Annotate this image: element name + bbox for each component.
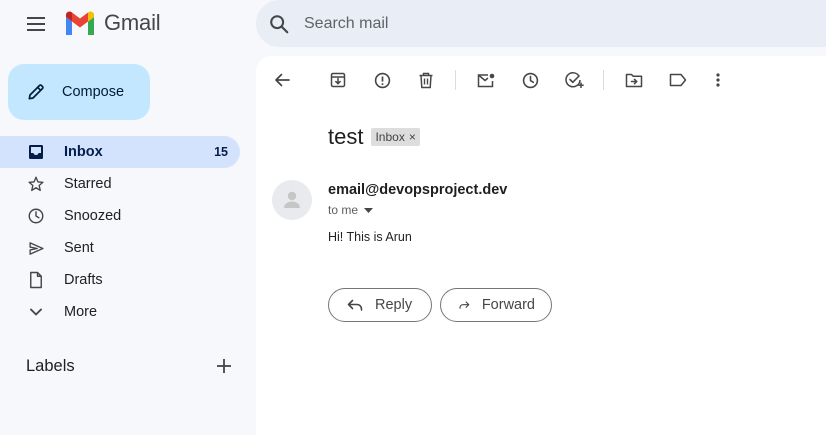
sidebar-item-inbox[interactable]: Inbox 15	[0, 136, 240, 168]
mark-unread-button[interactable]	[474, 68, 498, 92]
remove-label-icon[interactable]: ×	[409, 130, 416, 144]
mark-unread-icon	[477, 73, 495, 87]
gmail-m-icon	[66, 11, 94, 35]
back-button[interactable]	[270, 68, 294, 92]
pencil-icon	[28, 84, 44, 100]
star-icon	[27, 175, 45, 193]
message-view: test Inbox × email@devopsproject.dev to …	[256, 56, 826, 435]
search-bar[interactable]	[256, 0, 826, 47]
inbox-icon	[27, 143, 45, 161]
clock-icon	[27, 207, 45, 225]
unread-count: 15	[214, 145, 228, 159]
sidebar-item-more[interactable]: More	[0, 296, 240, 328]
toolbar-divider	[455, 70, 456, 90]
sidebar-item-label: More	[64, 304, 98, 320]
sidebar-item-label: Sent	[64, 240, 94, 256]
main-menu-button[interactable]	[14, 12, 58, 36]
more-options-button[interactable]	[706, 68, 730, 92]
chevron-down-icon	[27, 303, 45, 321]
compose-label: Compose	[62, 84, 125, 100]
forward-label: Forward	[481, 297, 535, 313]
more-vert-icon	[716, 73, 720, 87]
person-icon	[284, 191, 300, 208]
message-toolbar	[270, 68, 730, 92]
labels-section: Labels	[26, 352, 240, 380]
reply-icon	[347, 299, 363, 311]
create-label-button[interactable]	[212, 354, 236, 378]
sender-email[interactable]: email@devopsproject.dev	[328, 182, 507, 198]
message-subject: test	[328, 124, 364, 149]
move-to-button[interactable]	[622, 68, 646, 92]
snooze-icon	[522, 72, 538, 88]
toolbar-divider	[603, 70, 604, 90]
label-button[interactable]	[666, 68, 690, 92]
delete-button[interactable]	[414, 68, 438, 92]
draft-icon	[27, 271, 45, 289]
hamburger-icon	[27, 17, 45, 31]
move-to-icon	[625, 73, 643, 87]
recipient-details[interactable]: to me	[328, 203, 374, 217]
sidebar-item-snoozed[interactable]: Snoozed	[0, 200, 240, 232]
compose-button[interactable]: Compose	[8, 64, 150, 120]
add-to-tasks-button[interactable]	[562, 68, 586, 92]
delete-icon	[419, 72, 433, 88]
plus-icon	[217, 359, 231, 373]
sidebar-item-label: Starred	[64, 176, 112, 192]
reply-button[interactable]: Reply	[328, 288, 432, 322]
search-icon[interactable]	[268, 13, 290, 35]
sender-avatar[interactable]	[272, 180, 312, 220]
sidebar-item-starred[interactable]: Starred	[0, 168, 240, 200]
reply-label: Reply	[375, 297, 413, 313]
labels-heading: Labels	[26, 356, 75, 375]
chip-label: Inbox	[375, 130, 405, 144]
forward-button[interactable]: Forward	[440, 288, 552, 322]
message-body: Hi! This is Arun	[328, 230, 412, 244]
inbox-label-chip[interactable]: Inbox ×	[371, 128, 420, 146]
archive-icon	[330, 72, 346, 88]
caret-down-icon	[364, 207, 374, 213]
report-spam-icon	[374, 72, 390, 88]
sidebar-nav: Inbox 15 Starred Snoozed Sent Drafts Mor…	[0, 136, 240, 328]
forward-icon	[459, 301, 470, 309]
subject-line: test Inbox ×	[328, 124, 420, 150]
app-name: Gmail	[104, 10, 161, 35]
sidebar-item-sent[interactable]: Sent	[0, 232, 240, 264]
search-input[interactable]	[304, 14, 704, 33]
sidebar-item-label: Inbox	[64, 144, 103, 160]
sidebar-item-label: Snoozed	[64, 208, 122, 224]
send-icon	[27, 239, 45, 257]
back-icon	[275, 73, 290, 87]
archive-button[interactable]	[326, 68, 350, 92]
sidebar-item-drafts[interactable]: Drafts	[0, 264, 240, 296]
recipient-label: to me	[328, 203, 359, 217]
label-icon	[669, 73, 687, 87]
report-spam-button[interactable]	[370, 68, 394, 92]
snooze-button[interactable]	[518, 68, 542, 92]
gmail-logo[interactable]: Gmail	[64, 10, 161, 36]
sidebar-item-label: Drafts	[64, 272, 103, 288]
add-to-tasks-icon	[564, 72, 584, 88]
